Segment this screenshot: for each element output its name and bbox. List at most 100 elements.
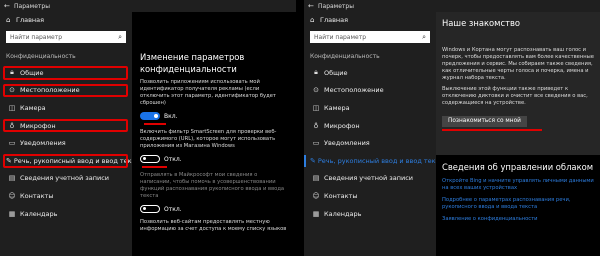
- back-arrow-icon[interactable]: ←: [4, 2, 14, 10]
- sidebar-item-label: Календарь: [324, 209, 362, 218]
- sidebar-item-calendar[interactable]: ▦ Календарь: [0, 205, 132, 223]
- sidebar-item-label: Календарь: [20, 209, 58, 218]
- section-title: Сведения об управлении облаком: [442, 162, 594, 172]
- sidebar-item-label: Уведомления: [20, 139, 66, 148]
- sidebar-item-contacts[interactable]: ☺ Контакты: [0, 187, 132, 205]
- section-label: Конфиденциальность: [310, 53, 380, 60]
- sidebar-item-label: Сведения учетной записи: [324, 174, 414, 183]
- window-title: Параметры: [14, 2, 50, 10]
- lock-icon: 🔒︎: [314, 68, 318, 77]
- home-icon: ⌂: [6, 16, 11, 24]
- sidebar-item-label: Общие: [324, 68, 348, 77]
- sidebar-item-label: Микрофон: [20, 121, 56, 130]
- sidebar-item-label: Общие: [20, 68, 44, 77]
- sidebar-item-label: Камера: [324, 103, 350, 112]
- option-ad-id-text: Позволить приложениям использовать мой и…: [140, 79, 276, 106]
- bing-manage-link[interactable]: Откройте Bing и начните управлять личным…: [442, 178, 594, 192]
- contacts-icon: ☺: [8, 191, 16, 200]
- general-content: Изменение параметров конфиденциальности …: [132, 12, 296, 256]
- sidebar-item-label: Речь, рукописный ввод и ввод текста: [317, 156, 447, 165]
- speech-content: Наше знакомство Windows и Кортана могут …: [436, 12, 600, 256]
- sidebar: ⌂ Главная Найти параметр ⌕ Конфиденциаль…: [0, 12, 143, 256]
- search-input[interactable]: Найти параметр ⌕: [6, 31, 126, 43]
- camera-icon: ◫: [8, 103, 16, 112]
- location-icon: ⊙: [313, 86, 319, 95]
- sidebar-item-speech[interactable]: ✎ Речь, рукописный ввод и ввод текста: [0, 152, 143, 170]
- section-label: Конфиденциальность: [6, 53, 76, 60]
- notification-icon: ▭: [8, 139, 16, 148]
- sidebar-item-label: Местоположение: [324, 86, 384, 95]
- sidebar-item-label: Контакты: [324, 191, 358, 200]
- back-arrow-icon[interactable]: ←: [308, 2, 318, 10]
- highlight-underline: [142, 166, 167, 168]
- settings-window-general: ← Параметры ⌂ Главная Найти параметр ⌕ К…: [0, 0, 296, 256]
- sidebar-item-microphone[interactable]: ♁ Микрофон: [304, 117, 436, 135]
- sidebar-item-label: Сведения учетной записи: [20, 174, 110, 183]
- home-link[interactable]: ⌂ Главная: [0, 12, 132, 28]
- sidebar-item-camera[interactable]: ◫ Камера: [0, 99, 132, 117]
- sidebar-item-location[interactable]: ⊙ Местоположение: [0, 82, 132, 100]
- sidebar-item-account-info[interactable]: ▤ Сведения учетной записи: [304, 170, 436, 188]
- option-smartscreen-text: Включить фильтр SmartScreen для проверки…: [140, 129, 277, 149]
- handwriting-toggle-state: Откл.: [164, 205, 182, 213]
- sidebar-item-notifications[interactable]: ▭ Уведомления: [0, 134, 132, 152]
- sidebar-item-label: Камера: [20, 103, 46, 112]
- sidebar-item-general[interactable]: 🔒︎ Общие: [304, 64, 436, 82]
- card-title: Наше знакомство: [442, 18, 521, 28]
- sidebar-item-label: Контакты: [20, 191, 54, 200]
- get-to-know-me-button[interactable]: Познакомиться со мной: [442, 116, 527, 127]
- sidebar-item-speech[interactable]: ✎ Речь, рукописный ввод и ввод текста: [304, 152, 447, 170]
- smartscreen-toggle-row: Откл.: [140, 153, 288, 165]
- calendar-icon: ▦: [312, 209, 320, 218]
- nav-list: 🔒︎ Общие ⊙ Местоположение ◫ Камера ♁ Микрофо…: [304, 64, 447, 223]
- home-link[interactable]: ⌂ Главная: [304, 12, 436, 28]
- microphone-icon: ♁: [9, 121, 15, 130]
- sidebar-item-label: Местоположение: [20, 86, 80, 95]
- camera-icon: ◫: [312, 103, 320, 112]
- handwriting-toggle-row: Откл.: [140, 203, 288, 215]
- sidebar-item-notifications[interactable]: ▭ Уведомления: [304, 134, 436, 152]
- settings-window-speech: ← Параметры ⌂ Главная Найти параметр ⌕ К…: [304, 0, 600, 256]
- search-placeholder: Найти параметр: [314, 33, 366, 41]
- search-icon: ⌕: [422, 32, 426, 41]
- learn-more-link[interactable]: Подробнее о параметрах распознавания реч…: [442, 197, 594, 211]
- option-language-list-text: Позволить веб-сайтам предоставлять местн…: [140, 219, 287, 232]
- lock-icon: 🔒︎: [10, 68, 14, 77]
- sidebar-item-camera[interactable]: ◫ Камера: [304, 99, 436, 117]
- sidebar-item-general[interactable]: 🔒︎ Общие: [0, 64, 132, 82]
- home-icon: ⌂: [310, 16, 315, 24]
- window-title: Параметры: [318, 2, 354, 10]
- sidebar-item-label: Уведомления: [324, 139, 370, 148]
- title-bar: ← Параметры: [304, 0, 600, 12]
- location-icon: ⊙: [9, 86, 15, 95]
- home-label: Главная: [16, 16, 45, 24]
- sidebar-item-label: Микрофон: [324, 121, 360, 130]
- highlight-underline: [144, 123, 166, 125]
- card-warning: Выключение этой функции также приведет к…: [442, 86, 588, 106]
- ad-id-toggle-state: Вкл.: [164, 112, 178, 120]
- sidebar-item-location[interactable]: ⊙ Местоположение: [304, 82, 436, 100]
- getting-to-know-card: Наше знакомство Windows и Кортана могут …: [436, 12, 600, 155]
- account-icon: ▤: [8, 174, 16, 183]
- ad-id-toggle-row: Вкл.: [140, 110, 288, 122]
- nav-list: 🔒︎ Общие ⊙ Местоположение ◫ Камера ♁ Микрофо…: [0, 64, 143, 223]
- page-title: Изменение параметров конфиденциальности: [140, 52, 245, 74]
- handwriting-toggle[interactable]: [140, 205, 160, 213]
- card-description: Windows и Кортана могут распознавать ваш…: [442, 47, 594, 81]
- contacts-icon: ☺: [312, 191, 320, 200]
- search-icon: ⌕: [118, 32, 122, 41]
- microphone-icon: ♁: [313, 121, 319, 130]
- ad-id-toggle[interactable]: [140, 112, 160, 120]
- sidebar-item-calendar[interactable]: ▦ Календарь: [304, 205, 436, 223]
- search-input[interactable]: Найти параметр ⌕: [310, 31, 430, 43]
- sidebar-item-account-info[interactable]: ▤ Сведения учетной записи: [0, 170, 132, 188]
- sidebar-item-label: Речь, рукописный ввод и ввод текста: [13, 156, 143, 165]
- sidebar-item-contacts[interactable]: ☺ Контакты: [304, 187, 436, 205]
- sidebar-item-microphone[interactable]: ♁ Микрофон: [0, 117, 132, 135]
- window-gap: [296, 0, 304, 256]
- smartscreen-toggle[interactable]: [140, 155, 160, 163]
- privacy-statement-link[interactable]: Заявление о конфиденциальности: [442, 216, 594, 223]
- notification-icon: ▭: [312, 139, 320, 148]
- account-icon: ▤: [312, 174, 320, 183]
- highlight-underline: [442, 129, 542, 131]
